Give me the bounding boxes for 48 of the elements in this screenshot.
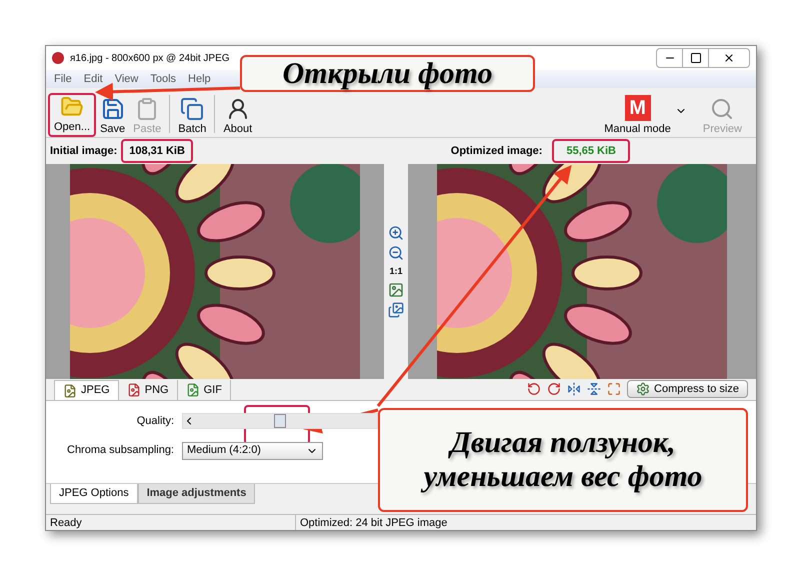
toolbar-button[interactable]: Batch bbox=[174, 93, 210, 137]
rotate-right-icon[interactable] bbox=[547, 382, 562, 396]
options-tab[interactable]: JPEG Options bbox=[50, 484, 138, 504]
menu-item[interactable]: Help bbox=[188, 70, 211, 88]
maximize-icon bbox=[690, 52, 702, 64]
status-text: Ready bbox=[46, 515, 296, 530]
menu-item[interactable]: Tools bbox=[150, 70, 176, 88]
menu-item[interactable]: File bbox=[54, 70, 72, 88]
mode-badge: M bbox=[624, 94, 651, 120]
close-icon bbox=[723, 52, 735, 64]
zoom-out-icon[interactable] bbox=[388, 244, 404, 261]
toolbar-button[interactable]: Open... bbox=[48, 93, 96, 137]
stacked-documents-icon bbox=[180, 96, 204, 120]
format-tab[interactable]: PNG bbox=[118, 380, 178, 400]
optimized-image-label: Optimized image: bbox=[450, 144, 542, 159]
toolbar-button[interactable]: Save bbox=[96, 93, 130, 137]
rotate-left-icon[interactable] bbox=[527, 382, 542, 396]
window-title: я16.jpg - 800x600 px @ 24bit JPEG bbox=[70, 52, 230, 66]
flip-horizontal-icon[interactable] bbox=[567, 382, 582, 396]
app-icon bbox=[52, 52, 64, 64]
format-tab[interactable]: GIF bbox=[178, 380, 231, 400]
initial-size: 108,31 KiB bbox=[121, 138, 193, 164]
status-text: Optimized: 24 bit JPEG image bbox=[299, 516, 448, 530]
menu-item[interactable]: View bbox=[114, 70, 138, 88]
callout: Открыли фото bbox=[240, 55, 535, 92]
compress-to-size-button[interactable]: Compress to size bbox=[627, 380, 748, 398]
optimized-size: 55,65 KiB bbox=[552, 138, 630, 164]
image-icon[interactable] bbox=[388, 282, 404, 298]
format-tab[interactable]: JPEG bbox=[54, 380, 119, 400]
options-tab[interactable]: Image adjustments bbox=[138, 484, 256, 504]
toolbar-button[interactable]: About bbox=[219, 93, 256, 137]
slider-thumb[interactable] bbox=[274, 414, 286, 428]
search-icon bbox=[710, 96, 734, 120]
chroma-dropdown[interactable]: Medium (4:2:0) bbox=[182, 442, 323, 460]
callout: Двигая ползунок, уменьшаем вес фото bbox=[378, 408, 748, 512]
initial-image-label: Initial image: bbox=[50, 144, 118, 159]
actual-size-button[interactable]: 1:1 bbox=[389, 264, 402, 278]
folder-icon bbox=[60, 95, 84, 118]
mode-button[interactable]: M Manual mode bbox=[604, 94, 671, 137]
gear-icon bbox=[636, 382, 650, 396]
fit-icon[interactable] bbox=[607, 382, 622, 396]
flip-vertical-icon[interactable] bbox=[587, 382, 602, 396]
quality-slider[interactable] bbox=[182, 413, 378, 430]
zoom-in-icon[interactable] bbox=[388, 224, 404, 241]
images-icon[interactable] bbox=[388, 302, 404, 318]
chroma-label: Chroma subsampling: bbox=[66, 443, 174, 458]
menu-item[interactable]: Edit bbox=[84, 70, 103, 88]
quality-label: Quality: bbox=[136, 414, 174, 429]
